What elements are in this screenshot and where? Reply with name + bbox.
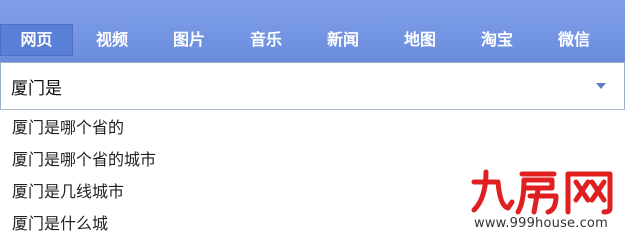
tab-music[interactable]: 音乐 — [236, 24, 296, 56]
search-page: 网页 视频 图片 音乐 新闻 地图 淘宝 微信 厦门是哪个省的 厦门是哪个省的城… — [0, 0, 625, 240]
tab-news[interactable]: 新闻 — [313, 24, 373, 56]
suggestion-item[interactable]: 厦门是什么城 — [12, 210, 108, 234]
search-box — [0, 62, 625, 110]
tab-video[interactable]: 视频 — [82, 24, 142, 56]
search-category-tabbar: 网页 视频 图片 音乐 新闻 地图 淘宝 微信 — [0, 0, 625, 62]
tab-images[interactable]: 图片 — [159, 24, 219, 56]
tab-wechat[interactable]: 微信 — [544, 24, 604, 56]
search-input[interactable] — [11, 71, 571, 101]
chevron-down-icon[interactable] — [596, 83, 606, 89]
suggestion-item[interactable]: 厦门是哪个省的 — [12, 114, 124, 138]
watermark-url: www.999house.com — [474, 216, 608, 231]
tab-maps[interactable]: 地图 — [390, 24, 450, 56]
watermark-logo — [471, 169, 613, 215]
suggestion-item[interactable]: 厦门是哪个省的城市 — [12, 146, 156, 170]
suggestion-item[interactable]: 厦门是几线城市 — [12, 178, 124, 202]
tab-web[interactable]: 网页 — [0, 24, 73, 56]
tab-taobao[interactable]: 淘宝 — [467, 24, 527, 56]
